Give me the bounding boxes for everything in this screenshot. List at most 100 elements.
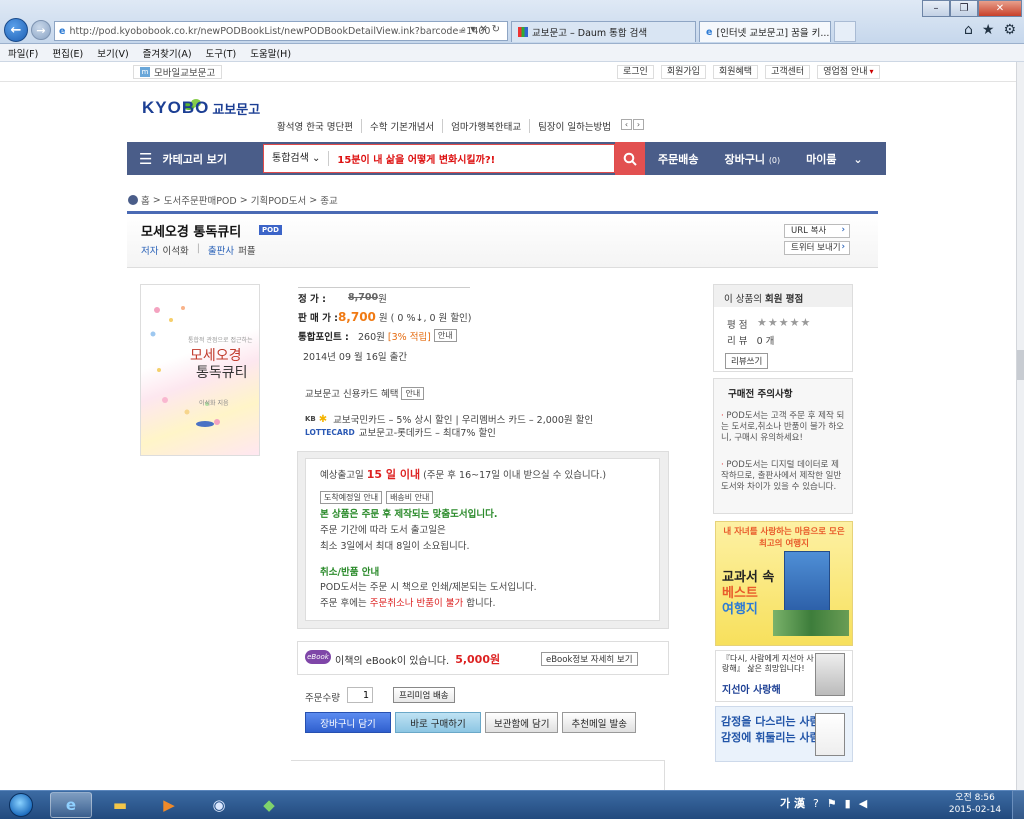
banner-line: 감정을 다스리는 사람 — [721, 715, 820, 728]
breadcrumb-item[interactable]: 도서주문판매POD — [164, 193, 237, 207]
mobile-icon: m — [140, 67, 150, 77]
menu-icon: ☰ — [139, 149, 153, 168]
kyobo-logo[interactable]: KYOBO 교보문고 — [142, 98, 260, 118]
customer-center-link[interactable]: 고객센터 — [765, 65, 811, 79]
favorites-star-icon[interactable]: ★ — [982, 22, 995, 38]
vertical-scrollbar[interactable] — [1016, 62, 1024, 790]
network-icon[interactable]: ▮ — [845, 797, 851, 810]
keyword-item[interactable]: 팀장이 일하는방법 — [529, 119, 619, 133]
menu-help[interactable]: 도움말(H) — [250, 46, 291, 60]
menu-edit[interactable]: 편집(E) — [52, 46, 83, 60]
breadcrumb-home[interactable]: 홈 — [141, 193, 150, 207]
signup-link[interactable]: 회원가입 — [660, 65, 706, 79]
prev-arrow-icon[interactable]: ‹ — [621, 119, 632, 130]
store-info-link[interactable]: 영업점 안내 ▾ — [817, 65, 880, 79]
taskbar-app-icon[interactable]: ◆ — [248, 792, 290, 818]
help-icon[interactable]: ? — [813, 797, 819, 810]
mypage-link[interactable]: 마이룸 ⌄ — [793, 151, 888, 167]
menu-view[interactable]: 보기(V) — [97, 46, 128, 60]
recommend-mail-button[interactable]: 추천메일 발송 — [562, 712, 636, 733]
ebook-icon: eBook — [305, 650, 331, 664]
quantity-input[interactable] — [347, 687, 373, 703]
breadcrumb-item[interactable]: 종교 — [320, 193, 337, 207]
add-to-cart-button[interactable]: 장바구니 담기 — [305, 712, 391, 733]
search-button[interactable] — [615, 142, 645, 175]
shipping-fee-button[interactable]: 배송비 안내 — [386, 491, 434, 504]
taskbar-media-icon[interactable]: ▶ — [148, 792, 190, 818]
show-desktop-button[interactable] — [1012, 790, 1024, 819]
author-line: 저자 이석화 | 출판사 퍼플 — [141, 243, 256, 257]
banner-line: 여행지 — [722, 602, 758, 617]
scrollbar-thumb[interactable] — [1017, 350, 1024, 380]
back-button[interactable]: ← — [4, 18, 28, 42]
cover-author: 이석화 지음 — [199, 400, 229, 407]
list-price-label: 정 가 : — [298, 293, 326, 305]
arrival-info-button[interactable]: 도착예정일 안내 — [320, 491, 383, 504]
premium-delivery-button[interactable]: 프리미엄 배송 — [393, 687, 455, 703]
search-input[interactable] — [337, 153, 598, 164]
keyword-item[interactable]: 수학 기본개념서 — [360, 119, 442, 133]
mobile-kyobo-link[interactable]: m 모바일교보문고 — [133, 65, 223, 79]
lotte-card-text: 교보문고-롯데카드 – 최대7% 할인 — [358, 428, 496, 439]
taskbar-folder-icon[interactable]: ▬ — [99, 792, 141, 818]
tab-label: 교보문고 – Daum 통합 검색 — [532, 28, 648, 39]
breadcrumb-item[interactable]: 기획POD도서 — [251, 193, 306, 207]
taskbar-compass-icon[interactable]: ◉ — [198, 792, 240, 818]
nav-right: 주문배송 장바구니 (0) 마이룸 ⌄ — [645, 142, 889, 175]
keyword-arrows: ‹ › — [621, 119, 644, 130]
pub-date: 2014년 09 월 16일 출간 — [303, 352, 408, 363]
card-info-button[interactable]: 안내 — [401, 386, 425, 400]
restore-button[interactable]: ❐ — [950, 0, 978, 17]
banner-book-image — [784, 551, 830, 613]
wishlist-button[interactable]: 보관함에 담기 — [485, 712, 559, 733]
write-review-button[interactable]: 리뷰쓰기 — [725, 353, 769, 369]
home-icon[interactable]: ⌂ — [964, 22, 973, 38]
buy-now-button[interactable]: 바로 구매하기 — [395, 712, 481, 733]
order-delivery-link[interactable]: 주문배송 — [645, 151, 711, 167]
start-button[interactable] — [3, 791, 39, 818]
flag-icon[interactable]: ⚑ — [827, 797, 837, 810]
tab-kyobo[interactable]: e [인터넷 교보문고] 꿈을 키... ✕ — [699, 21, 831, 42]
clock[interactable]: 오전 8:56 2015-02-14 — [940, 792, 1010, 816]
banner-line: 감정에 휘둘리는 사람 — [721, 731, 820, 744]
keyword-item[interactable]: 황석영 한국 명단편 — [277, 119, 361, 133]
tab-daum-search[interactable]: 교보문고 – Daum 통합 검색 — [511, 21, 696, 42]
member-benefit-link[interactable]: 회원혜택 — [712, 65, 759, 79]
close-window-button[interactable]: ✕ — [978, 0, 1022, 17]
category-button[interactable]: ☰ 카테고리 보기 — [127, 142, 263, 175]
gear-icon[interactable]: ⚙ — [1003, 22, 1016, 38]
twitter-button[interactable]: 트위터 보내기 — [784, 241, 850, 255]
cart-link[interactable]: 장바구니 (0) — [711, 151, 793, 167]
taskbar-ie-icon[interactable]: e — [50, 792, 92, 818]
search-scope-select[interactable]: 통합검색 ⌄ — [264, 151, 330, 166]
ship-buttons: 도착예정일 안내 배송비 안내 — [320, 491, 434, 504]
close-tab-icon[interactable]: ✕ — [829, 27, 830, 38]
ebook-info-button[interactable]: eBook정보 자세히 보기 — [541, 652, 638, 666]
address-bar[interactable]: e http://pod.kyobobook.co.kr/newPODBookL… — [54, 21, 508, 41]
forward-button[interactable]: → — [31, 20, 51, 40]
url-copy-button[interactable]: URL 복사 — [784, 224, 850, 238]
ship-note: (주문 후 16~17일 이내 받으실 수 있습니다.) — [423, 470, 607, 481]
next-arrow-icon[interactable]: › — [633, 119, 644, 130]
mypage-label: 마이룸 — [806, 152, 837, 166]
publisher-name[interactable]: 퍼플 — [238, 243, 255, 257]
menu-tools[interactable]: 도구(T) — [206, 46, 237, 60]
minimize-button[interactable]: – — [922, 0, 950, 17]
banner-main: 교과서 속 베스트 여행지 — [722, 570, 774, 618]
point-info-button[interactable]: 안내 — [433, 329, 457, 342]
keyword-item[interactable]: 엄마가행복한태교 — [442, 119, 529, 133]
hot-keywords: 황석영 한국 명단편 수학 기본개념서 엄마가행복한태교 팀장이 일하는방법 — [277, 119, 619, 133]
ship-prefix: 예상출고일 — [320, 470, 364, 481]
menu-file[interactable]: 파일(F) — [8, 46, 38, 60]
ime-indicator[interactable]: 가 漢 — [780, 795, 805, 811]
login-link[interactable]: 로그인 — [617, 65, 654, 79]
search-refresh-icons[interactable]: ⌕▾✕↻ — [461, 24, 504, 35]
kb-card-line: KB ✱ 교보국민카드 – 5% 상시 할인 | 우리멤버스 카드 – 2,00… — [305, 412, 593, 427]
author-name[interactable]: 이석화 — [162, 243, 188, 257]
lotte-card-line: LOTTECARD 교보문고-롯데카드 – 최대7% 할인 — [305, 425, 496, 440]
volume-icon[interactable]: ◀ — [859, 797, 867, 810]
new-tab-button[interactable] — [834, 21, 856, 42]
publisher-label: 출판사 — [207, 246, 235, 257]
menu-favorites[interactable]: 즐겨찾기(A) — [143, 46, 192, 60]
review-row: 리 뷰 0 개 — [727, 333, 774, 347]
